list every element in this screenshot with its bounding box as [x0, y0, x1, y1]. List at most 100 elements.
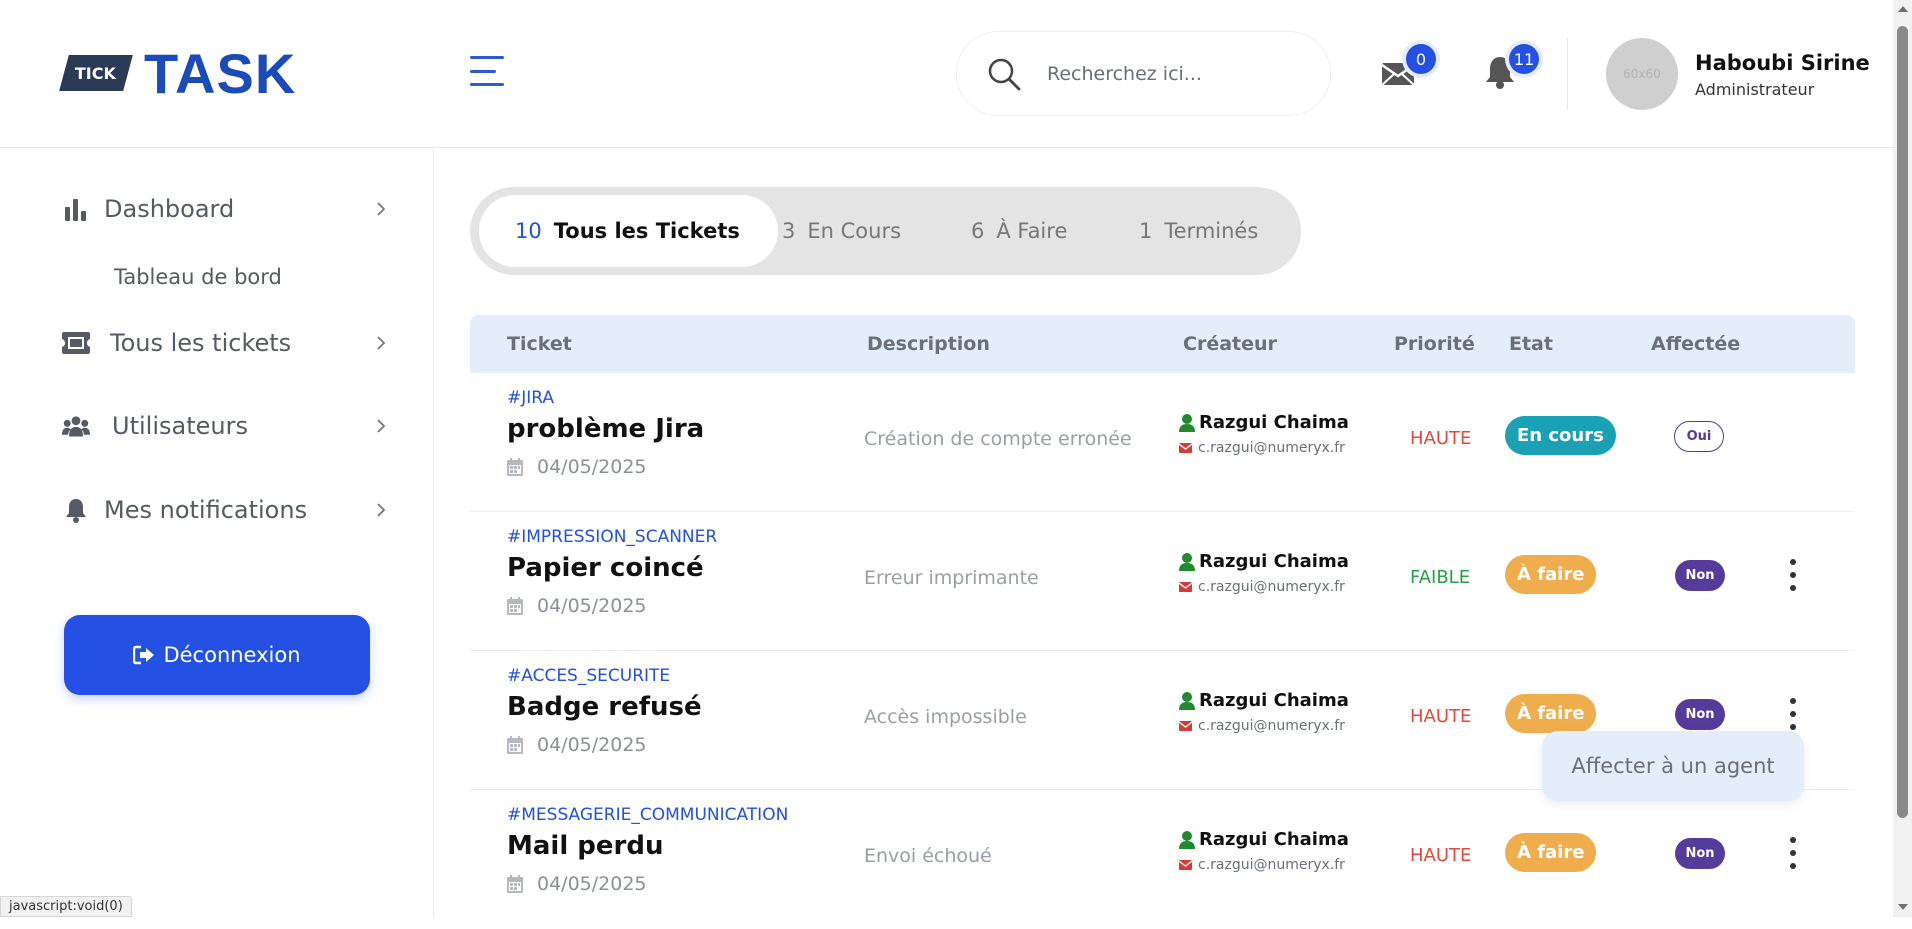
scrollbar-thumb[interactable] [1897, 26, 1908, 818]
row-actions-icon[interactable] [1783, 559, 1803, 591]
ticket-description: Envoi échoué [864, 845, 992, 867]
sidebar-item-tickets[interactable]: Tous les tickets [62, 323, 392, 363]
scroll-up-arrow-icon[interactable] [1898, 6, 1908, 12]
table-row[interactable]: #IMPRESSION_SCANNER Papier coincé 04/05/… [470, 513, 1855, 651]
ticket-title[interactable]: Mail perdu [507, 831, 663, 861]
ticket-title[interactable]: Badge refusé [507, 692, 702, 722]
scroll-down-arrow-icon[interactable] [1898, 904, 1908, 910]
column-header-description[interactable]: Description [867, 333, 990, 355]
table-header: Ticket Description Créateur Priorité Eta… [470, 315, 1855, 373]
chevron-right-icon [377, 419, 386, 433]
assigned-badge: Non [1675, 699, 1725, 730]
assign-agent-menu-item[interactable]: Affecter à un agent [1542, 731, 1804, 801]
ticket-description: Erreur imprimante [864, 567, 1039, 589]
sidebar-item-notifications[interactable]: Mes notifications [62, 490, 392, 530]
tab-label: À Faire [996, 219, 1068, 243]
ticket-code: #MESSAGERIE_COMMUNICATION [507, 805, 789, 825]
calendar-icon [507, 736, 523, 754]
creator-name: Razgui Chaima [1179, 690, 1349, 711]
priority-label: HAUTE [1410, 706, 1472, 727]
sidebar-item-label: Mes notifications [104, 496, 308, 524]
sign-out-icon [133, 645, 155, 665]
envelope-icon [1179, 721, 1192, 731]
column-header-state[interactable]: Etat [1509, 333, 1553, 355]
logout-label: Déconnexion [163, 643, 301, 667]
chevron-right-icon [377, 336, 386, 350]
search-box[interactable] [956, 31, 1331, 116]
avatar[interactable]: 60x60 [1606, 38, 1678, 110]
priority-label: HAUTE [1410, 845, 1472, 866]
user-name[interactable]: Haboubi Sirine [1695, 51, 1870, 75]
row-actions-icon[interactable] [1783, 698, 1803, 730]
table-row[interactable]: #MESSAGERIE_COMMUNICATION Mail perdu 04/… [470, 791, 1855, 929]
priority-label: FAIBLE [1410, 567, 1471, 588]
messages-count-badge: 0 [1406, 44, 1436, 74]
messages-button[interactable]: 0 [1380, 44, 1436, 94]
vertical-scrollbar[interactable] [1893, 0, 1912, 917]
ticket-code: #ACCES_SECURITE [507, 666, 671, 686]
ticket-date: 04/05/2025 [507, 595, 647, 617]
calendar-icon [507, 875, 523, 893]
ticket-title[interactable]: Papier coincé [507, 553, 704, 583]
assigned-badge: Non [1675, 560, 1725, 591]
creator-email: c.razgui@numeryx.fr [1179, 440, 1345, 456]
sidebar-item-label: Utilisateurs [112, 412, 248, 440]
tab-count: 1 [1139, 219, 1153, 243]
status-badge: À faire [1505, 555, 1597, 594]
assigned-badge: Non [1675, 838, 1725, 869]
ticket-code: #JIRA [507, 388, 555, 408]
ticket-title[interactable]: problème Jira [507, 414, 704, 444]
sidebar-item-dashboard[interactable]: Dashboard [62, 189, 392, 229]
creator-name: Razgui Chaima [1179, 412, 1349, 433]
ticket-date: 04/05/2025 [507, 873, 647, 895]
ticket-date: 04/05/2025 [507, 734, 647, 756]
envelope-icon [1179, 860, 1192, 870]
status-badge: À faire [1505, 694, 1597, 733]
tab-all-tickets[interactable]: 10 Tous les Tickets [479, 195, 778, 267]
assigned-badge: Oui [1674, 421, 1724, 452]
table-row[interactable]: #JIRA problème Jira 04/05/2025 Création … [470, 374, 1855, 512]
sidebar-subitem-tableau-de-bord[interactable]: Tableau de bord [114, 265, 282, 289]
ticket-filter-tabs: 10 Tous les Tickets 3 En Cours 6 À Faire… [470, 187, 1301, 275]
search-input[interactable] [1047, 62, 1307, 85]
tab-in-progress[interactable]: 3 En Cours [782, 195, 901, 267]
creator-email: c.razgui@numeryx.fr [1179, 718, 1345, 734]
ticket-date: 04/05/2025 [507, 456, 647, 478]
column-header-assigned[interactable]: Affectée [1651, 333, 1740, 355]
tab-done[interactable]: 1 Terminés [1139, 195, 1258, 267]
logo-text: TASK [144, 41, 297, 105]
notifications-button[interactable]: 11 [1483, 44, 1539, 94]
column-header-priority[interactable]: Priorité [1394, 333, 1475, 355]
priority-label: HAUTE [1410, 428, 1472, 449]
ticket-description: Accès impossible [864, 706, 1027, 728]
logo-tag: TICK [59, 55, 133, 91]
menu-toggle-icon[interactable] [470, 56, 504, 86]
sidebar-item-label: Tous les tickets [110, 329, 292, 357]
users-icon [62, 412, 90, 440]
user-icon [1179, 691, 1195, 710]
column-header-ticket[interactable]: Ticket [507, 333, 572, 355]
tab-count: 10 [515, 219, 542, 243]
header-divider [1567, 38, 1568, 110]
tab-label: Terminés [1164, 219, 1259, 243]
tab-todo[interactable]: 6 À Faire [971, 195, 1067, 267]
sidebar-item-label: Dashboard [104, 195, 235, 223]
row-actions-icon[interactable] [1783, 837, 1803, 869]
top-header: TICK TASK 0 11 60x60 Haboubi Sirine Admi… [0, 0, 1893, 148]
bell-icon [62, 496, 90, 524]
logout-button[interactable]: Déconnexion [64, 615, 370, 695]
status-badge: En cours [1505, 416, 1616, 455]
user-icon [1179, 830, 1195, 849]
creator-name: Razgui Chaima [1179, 829, 1349, 850]
calendar-icon [507, 597, 523, 615]
user-role: Administrateur [1695, 80, 1815, 99]
chart-bar-icon [62, 195, 90, 223]
app-logo[interactable]: TICK TASK [59, 42, 296, 105]
status-badge: À faire [1505, 833, 1597, 872]
ticket-code: #IMPRESSION_SCANNER [507, 527, 718, 547]
creator-name: Razgui Chaima [1179, 551, 1349, 572]
creator-email: c.razgui@numeryx.fr [1179, 579, 1345, 595]
sidebar-item-users[interactable]: Utilisateurs [62, 406, 392, 446]
user-icon [1179, 552, 1195, 571]
column-header-creator[interactable]: Créateur [1183, 333, 1277, 355]
